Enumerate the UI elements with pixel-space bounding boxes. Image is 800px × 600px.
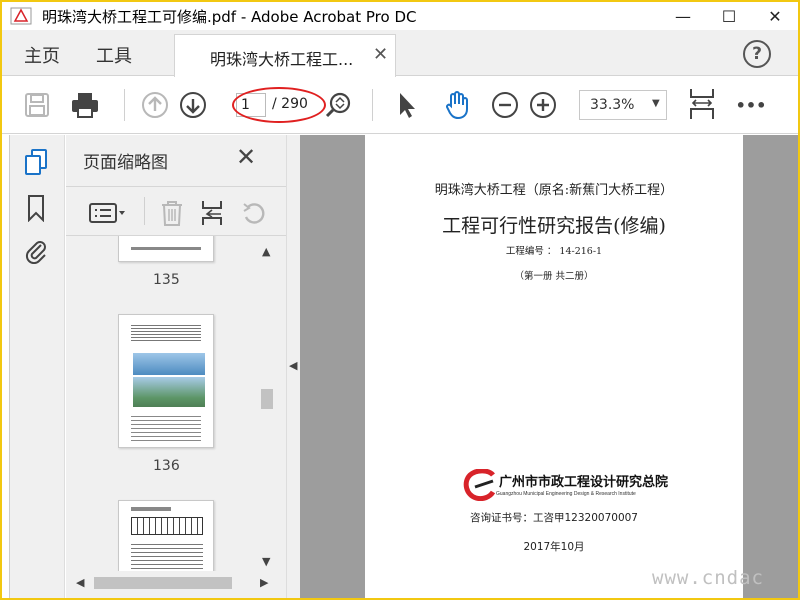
zoom-magnifier-icon[interactable] [324, 90, 354, 120]
zoom-out-icon[interactable] [490, 90, 520, 120]
scrollbar-thumb[interactable] [261, 389, 273, 409]
fit-page-icon[interactable] [686, 87, 718, 121]
close-panel-icon[interactable]: ✕ [236, 143, 256, 171]
close-window-button[interactable]: ✕ [752, 2, 798, 30]
save-icon[interactable] [22, 90, 52, 120]
scroll-up-icon[interactable]: ▲ [262, 245, 270, 258]
bookmark-icon[interactable] [22, 193, 50, 223]
scrollbar-thumb[interactable] [94, 577, 232, 589]
thumbnails-horizontal-scrollbar[interactable]: ◀ ▶ [74, 575, 274, 591]
thumbnail-page-number: 136 [153, 458, 180, 474]
next-page-icon[interactable] [178, 90, 208, 120]
thumbnail-page-136[interactable] [118, 314, 214, 448]
panel-collapse-handle[interactable]: ◀ [286, 135, 300, 598]
thumbnails-list: 135 136 [66, 236, 258, 571]
thumbnail-options-icon[interactable] [88, 199, 128, 227]
zoom-in-icon[interactable] [528, 90, 558, 120]
thumbnail-image [133, 377, 205, 407]
toolbar-separator [372, 89, 373, 121]
document-tab-label: 明珠湾大桥工程工... [210, 50, 354, 69]
tab-document[interactable]: 明珠湾大桥工程工... ✕ [174, 34, 396, 77]
zoom-level-dropdown[interactable]: 33.3% ▼ [579, 90, 667, 120]
chevron-down-icon: ▼ [652, 98, 660, 109]
thumbnail-page-137[interactable] [118, 500, 214, 571]
navigation-rail [10, 135, 65, 598]
maximize-button[interactable]: ☐ [706, 2, 752, 30]
tab-bar: 主页 工具 明珠湾大桥工程工... ✕ ? [2, 30, 798, 77]
thumbnail-text [131, 541, 203, 571]
attachment-icon[interactable] [22, 235, 50, 265]
document-subtitle: 明珠湾大桥工程（原名:新蕉门大桥工程） [434, 183, 674, 198]
volume-info: （第一册 共二册） [514, 271, 594, 282]
thumbnail-drawing [131, 517, 203, 535]
close-tab-icon[interactable]: ✕ [373, 44, 388, 65]
page-count-highlight-annotation [232, 87, 326, 123]
toolbar-separator [124, 89, 125, 121]
thumbnail-text [131, 413, 201, 441]
site-watermark: www.cndac [652, 567, 764, 589]
scroll-right-icon[interactable]: ▶ [260, 576, 268, 589]
toolbar: / 290 33.3% ▼ ••• [2, 77, 798, 134]
certificate-number: 咨询证书号：工咨甲12320070007 [470, 512, 638, 524]
panel-separator [144, 197, 145, 225]
thumbnail-content [131, 247, 201, 250]
institute-name-cn: 广州市市政工程设计研究总院 [499, 475, 669, 490]
scroll-left-icon[interactable]: ◀ [76, 576, 84, 589]
document-title: 工程可行性研究报告(修编) [442, 215, 666, 237]
page-thumbnails-icon[interactable] [22, 147, 50, 177]
thumbnail-page-135[interactable] [118, 236, 214, 262]
title-bar: 明珠湾大桥工程工可修编.pdf - Adobe Acrobat Pro DC —… [2, 2, 798, 30]
thumbnail-text [131, 323, 201, 343]
document-view[interactable]: 明珠湾大桥工程（原名:新蕉门大桥工程） 工程可行性研究报告(修编) 工程编号 ：… [300, 135, 798, 598]
rotate-page-icon[interactable] [240, 199, 268, 227]
scroll-down-icon[interactable]: ▼ [262, 555, 270, 568]
thumbnail-image [133, 353, 205, 375]
thumbnail-page-number: 135 [153, 272, 180, 288]
institute-logo: 广州市市政工程设计研究总院 Guangzhou Municipal Engine… [463, 469, 668, 505]
thumbnails-panel: 页面缩略图 ✕ 135 136 ▲ ▼ ◀ ▶ [66, 135, 286, 598]
background-window-strip [2, 135, 10, 598]
chevron-left-icon[interactable]: ◀ [289, 359, 297, 372]
document-date: 2017年10月 [523, 541, 585, 553]
zoom-level-value: 33.3% [590, 97, 635, 113]
more-tools-icon[interactable]: ••• [736, 90, 767, 120]
delete-page-icon[interactable] [158, 199, 186, 227]
panel-title: 页面缩略图 [83, 153, 168, 173]
insert-page-icon[interactable] [198, 199, 226, 227]
window-title: 明珠湾大桥工程工可修编.pdf - Adobe Acrobat Pro DC [42, 8, 417, 26]
select-cursor-icon[interactable] [392, 90, 422, 120]
tab-home[interactable]: 主页 [24, 42, 60, 68]
institute-name-en: Guangzhou Municipal Engineering Design &… [496, 491, 636, 497]
app-icon [10, 7, 32, 25]
panel-toolbar [66, 186, 286, 236]
thumbnails-vertical-scrollbar[interactable]: ▲ ▼ [259, 243, 275, 573]
print-icon[interactable] [70, 90, 100, 120]
institute-logo-icon [463, 469, 496, 501]
thumbnail-text [131, 507, 171, 511]
tab-tools[interactable]: 工具 [96, 42, 132, 68]
hand-tool-icon[interactable] [442, 90, 472, 120]
previous-page-icon[interactable] [140, 90, 170, 120]
document-page: 明珠湾大桥工程（原名:新蕉门大桥工程） 工程可行性研究报告(修编) 工程编号 ：… [365, 135, 743, 598]
project-number: 工程编号 ： 14-216-1 [505, 246, 603, 257]
minimize-button[interactable]: — [660, 2, 706, 30]
help-button[interactable]: ? [743, 40, 771, 68]
